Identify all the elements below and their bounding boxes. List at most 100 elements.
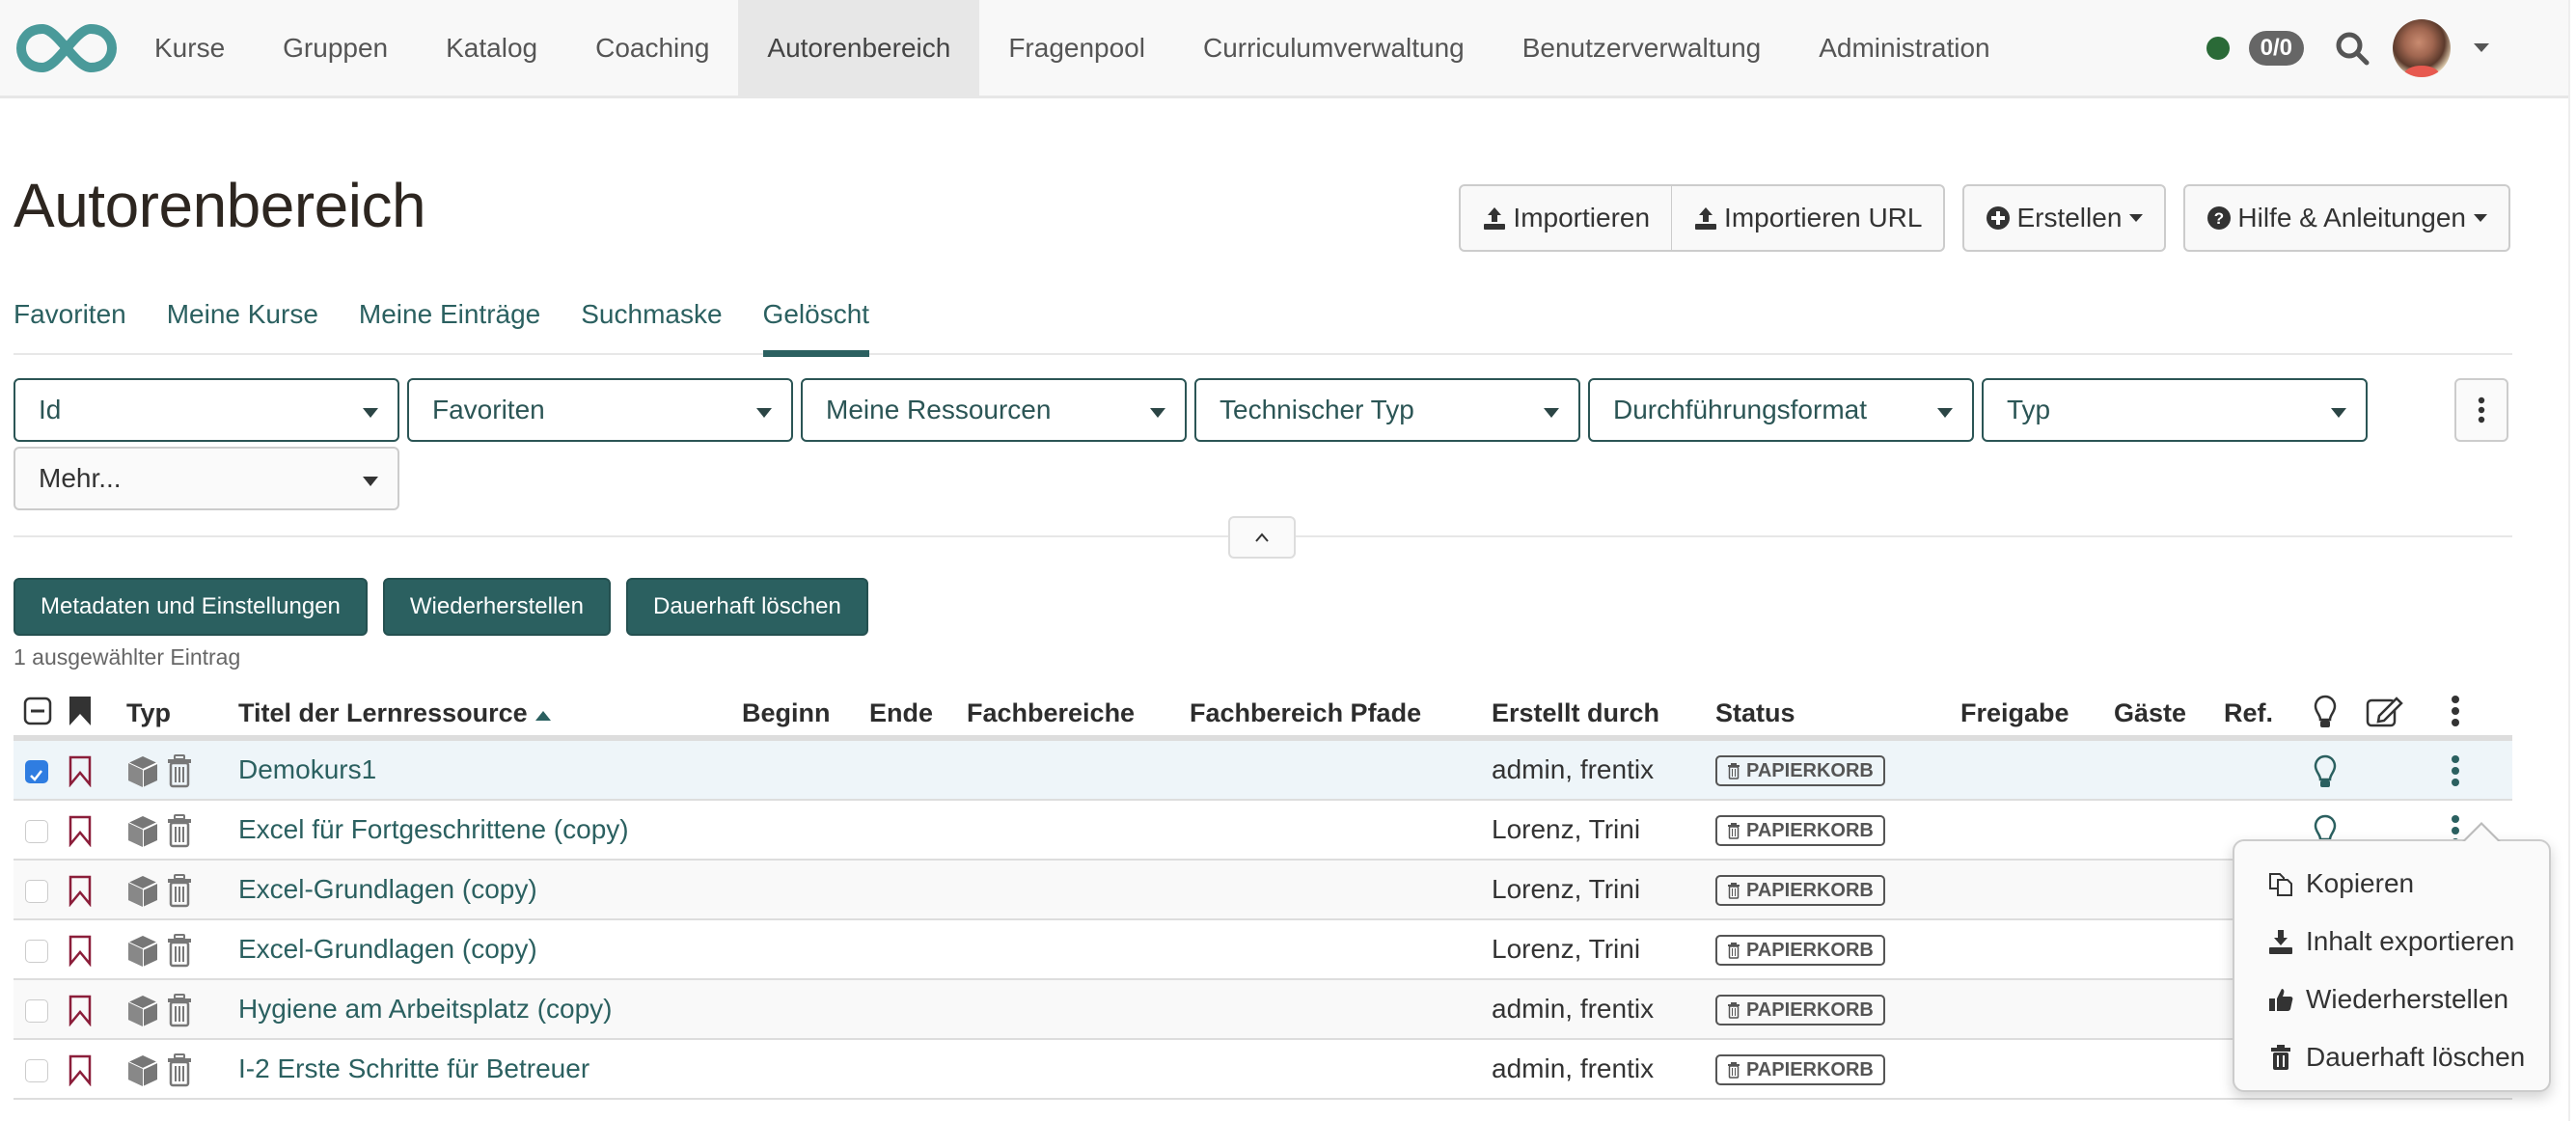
bookmark-icon[interactable] (68, 874, 93, 907)
header-title-label: Titel der Lernressource (238, 698, 528, 727)
lightbulb-icon[interactable] (2314, 754, 2337, 789)
nav-item-fragenpool[interactable]: Fragenpool (979, 0, 1174, 96)
table-row[interactable]: Excel für Fortgeschrittene (copy) Lorenz… (14, 801, 2512, 861)
user-menu-caret-icon[interactable] (2474, 43, 2489, 52)
table-row[interactable]: Demokurs1 admin, frentix PAPIERKORB (14, 741, 2512, 801)
header-type[interactable]: Typ (126, 698, 171, 728)
header-guests[interactable]: Gäste (2114, 698, 2186, 728)
page-scrollbar[interactable] (2568, 0, 2576, 1121)
tab-favoriten[interactable]: Favoriten (14, 295, 126, 355)
header-ref[interactable]: Ref. (2224, 698, 2273, 728)
resource-title-link[interactable]: Hygiene am Arbeitsplatz (copy) (238, 994, 613, 1025)
bookmark-icon[interactable] (68, 814, 93, 847)
nav-item-gruppen[interactable]: Gruppen (254, 0, 417, 96)
row-checkbox[interactable] (25, 999, 48, 1023)
row-checkbox[interactable] (25, 1059, 48, 1082)
bookmark-icon[interactable] (68, 934, 93, 967)
bookmark-header-icon[interactable] (68, 695, 93, 727)
select-all-checkbox[interactable] (23, 697, 52, 725)
import-button[interactable]: Importieren (1461, 186, 1672, 250)
import-url-button[interactable]: Importieren URL (1671, 186, 1944, 250)
status-label: PAPIERKORB (1746, 939, 1874, 961)
header-begin[interactable]: Beginn (742, 698, 831, 728)
row-checkbox[interactable] (25, 880, 48, 903)
resource-title-link[interactable]: Excel-Grundlagen (copy) (238, 934, 537, 965)
bookmark-icon[interactable] (68, 994, 93, 1026)
nav-item-curriculumverwaltung[interactable]: Curriculumverwaltung (1174, 0, 1494, 96)
table-row[interactable]: Excel-Grundlagen (copy) Lorenz, Trini PA… (14, 920, 2512, 980)
row-actions-menu-icon[interactable] (2451, 754, 2460, 787)
upload-icon (1695, 207, 1717, 230)
header-title[interactable]: Titel der Lernressource (238, 698, 552, 728)
table-row[interactable]: I-2 Erste Schritte für Betreuer admin, f… (14, 1040, 2512, 1100)
header-status[interactable]: Status (1715, 698, 1795, 728)
course-cube-icon (127, 1055, 158, 1086)
created-by: admin, frentix (1492, 1053, 1655, 1083)
filter-options-button[interactable] (2454, 378, 2508, 442)
filter-label: Favoriten (432, 395, 545, 424)
menu-item-restore[interactable]: Wiederherstellen (2234, 971, 2549, 1028)
filter-durchfuehrungsformat[interactable]: Durchführungsformat (1588, 378, 1974, 442)
vertical-dots-header-icon[interactable] (2451, 695, 2460, 727)
filter-mehr[interactable]: Mehr... (14, 447, 399, 510)
filter-label: Meine Ressourcen (826, 395, 1052, 424)
row-checkbox[interactable] (25, 820, 48, 843)
nav-item-coaching[interactable]: Coaching (566, 0, 738, 96)
create-button[interactable]: Erstellen (1964, 186, 2165, 250)
tab-meine-kurse[interactable]: Meine Kurse (167, 295, 318, 355)
nav-item-autorenbereich[interactable]: Autorenbereich (738, 0, 980, 96)
user-avatar[interactable] (2393, 18, 2451, 77)
nav-item-kurse[interactable]: Kurse (125, 0, 254, 96)
top-navbar: Kurse Gruppen Katalog Coaching Autorenbe… (0, 0, 2576, 98)
resource-title-link[interactable]: Excel-Grundlagen (copy) (238, 874, 537, 905)
row-checkbox[interactable] (25, 940, 48, 963)
online-status-icon[interactable] (2206, 36, 2230, 60)
logo-icon[interactable] (15, 21, 118, 75)
course-cube-icon (127, 816, 158, 847)
lightbulb-header-icon[interactable] (2314, 695, 2337, 729)
filter-id[interactable]: Id (14, 378, 399, 442)
caret-down-icon (2129, 214, 2144, 222)
menu-item-copy[interactable]: Kopieren (2234, 855, 2549, 913)
filter-meine-ressourcen[interactable]: Meine Ressourcen (801, 378, 1187, 442)
delete-permanently-button[interactable]: Dauerhaft löschen (626, 578, 868, 636)
header-subject-paths[interactable]: Fachbereich Pfade (1190, 698, 1421, 728)
table-row[interactable]: Hygiene am Arbeitsplatz (copy) admin, fr… (14, 980, 2512, 1040)
resource-title-link[interactable]: I-2 Erste Schritte für Betreuer (238, 1053, 589, 1084)
tab-geloescht[interactable]: Gelöscht (762, 295, 869, 357)
nav-item-administration[interactable]: Administration (1790, 0, 2018, 96)
header-subjects[interactable]: Fachbereiche (967, 698, 1135, 728)
count-badge[interactable]: 0/0 (2248, 30, 2304, 66)
header-end[interactable]: Ende (869, 698, 933, 728)
resource-title-link[interactable]: Demokurs1 (238, 754, 376, 785)
filter-technischer-typ[interactable]: Technischer Typ (1194, 378, 1580, 442)
search-icon[interactable] (2333, 29, 2371, 68)
filter-favoriten[interactable]: Favoriten (407, 378, 793, 442)
course-cube-icon (127, 936, 158, 967)
bookmark-icon[interactable] (68, 1053, 93, 1086)
menu-item-export[interactable]: Inhalt exportieren (2234, 913, 2549, 971)
bookmark-icon[interactable] (68, 754, 93, 787)
tab-suchmaske[interactable]: Suchmaske (581, 295, 722, 355)
status-badge: PAPIERKORB (1715, 935, 1885, 966)
nav-item-katalog[interactable]: Katalog (417, 0, 566, 96)
row-checkbox[interactable] (25, 760, 48, 783)
import-button-group: Importieren Importieren URL (1459, 184, 1946, 252)
trash-icon (1728, 943, 1740, 959)
restore-button[interactable]: Wiederherstellen (382, 578, 611, 636)
table-row[interactable]: Excel-Grundlagen (copy) Lorenz, Trini PA… (14, 861, 2512, 920)
header-release[interactable]: Freigabe (1960, 698, 2069, 728)
trash-icon (1728, 1062, 1740, 1079)
filter-typ[interactable]: Typ (1982, 378, 2368, 442)
resource-title-link[interactable]: Excel für Fortgeschrittene (copy) (238, 814, 629, 845)
edit-header-icon[interactable] (2366, 695, 2404, 727)
metadata-settings-button[interactable]: Metadaten und Einstellungen (14, 578, 368, 636)
plus-circle-icon (1987, 206, 2011, 230)
nav-item-benutzerverwaltung[interactable]: Benutzerverwaltung (1494, 0, 1790, 96)
tab-meine-eintraege[interactable]: Meine Einträge (359, 295, 540, 355)
header-created-by[interactable]: Erstellt durch (1492, 698, 1659, 728)
collapse-filters-button[interactable] (1228, 516, 1296, 559)
course-cube-icon (127, 756, 158, 787)
help-button[interactable]: ? Hilfe & Anleitungen (2185, 186, 2508, 250)
menu-item-delete-permanently[interactable]: Dauerhaft löschen (2234, 1028, 2549, 1086)
